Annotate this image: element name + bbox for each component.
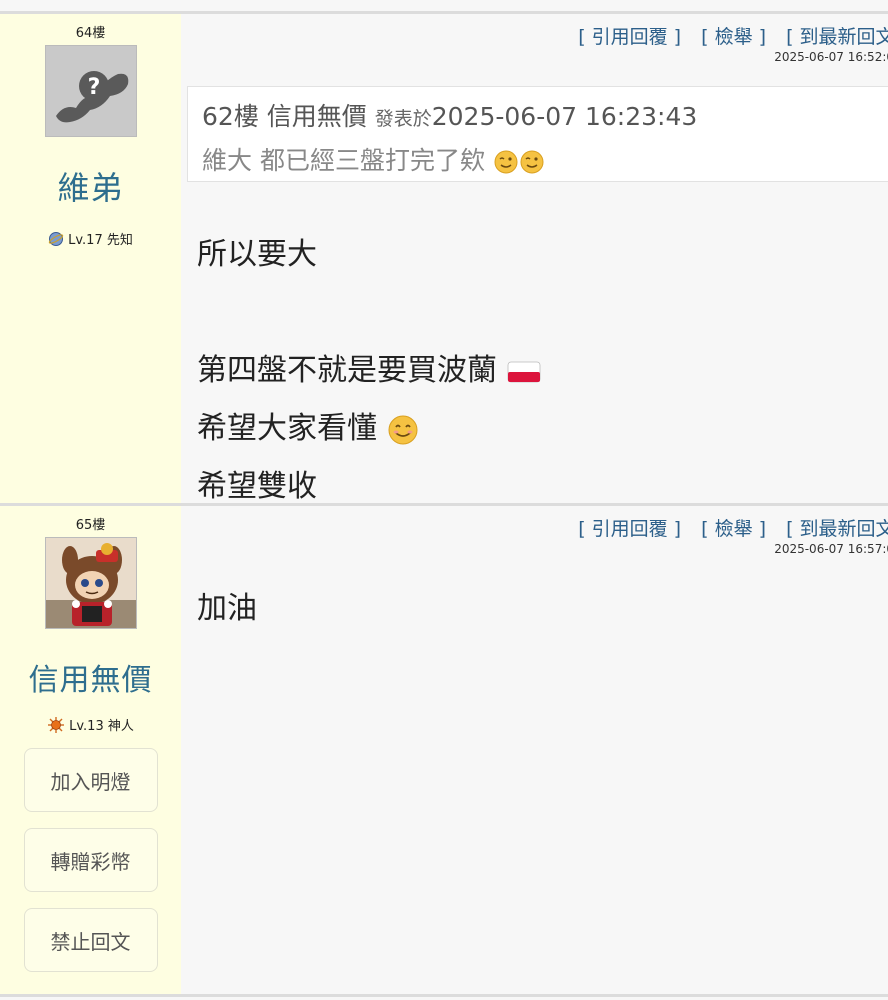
floor-number: 64樓 [75, 26, 106, 41]
quote-block: 62樓 信用無價 發表於2025-06-07 16:23:43 維大 都已經三盤… [187, 86, 888, 182]
content-line: 加油 [197, 591, 257, 626]
svg-text:?: ? [87, 75, 100, 100]
content-line: 所以要大 [197, 237, 317, 272]
user-avatar[interactable] [44, 537, 137, 629]
top-divider [0, 0, 888, 14]
quote-posted-prefix: 發表於 [374, 108, 432, 130]
quote-author: 信用無價 [266, 102, 367, 131]
author-sidebar: 65樓 信用無價 Lv.13 神人 加入明燈 轉贈彩幣 禁止回文 [0, 506, 181, 994]
post-actions: [ 引用回覆 ] [ 檢舉 ] [ 到最新回文 ] [564, 22, 888, 49]
level-label: Lv.17 先知 [48, 229, 133, 248]
content-line: 希望大家看懂 [197, 400, 541, 458]
level-label: Lv.13 神人 [47, 715, 134, 734]
report-link[interactable]: [ 檢舉 ] [701, 518, 766, 540]
quote-reply-link[interactable]: [ 引用回覆 ] [578, 518, 681, 540]
quote-floor: 62樓 [202, 102, 259, 131]
post-body: [ 引用回覆 ] [ 檢舉 ] [ 到最新回文 ] 2025-06-07 16:… [181, 14, 888, 504]
wink-emoji-icon [494, 150, 518, 174]
wink-emoji-icon [520, 150, 544, 174]
post-content: 所以要大 第四盤不就是要買波蘭 希望大家看懂 希望雙收 [197, 226, 541, 516]
post-actions: [ 引用回覆 ] [ 檢舉 ] [ 到最新回文 ] [564, 514, 888, 541]
post-65: 65樓 信用無價 Lv.13 神人 加入明燈 轉贈彩幣 禁止回文 [引用回覆 … [0, 506, 888, 997]
content-line-blank [197, 284, 541, 342]
content-line-text: 希望大家看懂 [197, 411, 377, 446]
planet-badge-icon [48, 231, 64, 246]
poland-flag-icon [507, 361, 540, 382]
add-beacon-button[interactable]: 加入明燈 [23, 748, 158, 812]
smile-emoji-icon [388, 415, 418, 444]
default-avatar[interactable]: ? [44, 45, 137, 137]
post-timestamp: 2025-06-07 16:52:0 [774, 50, 888, 64]
quote-reply-link[interactable]: [ 引用回覆 ] [578, 26, 681, 48]
username[interactable]: 維弟 [57, 163, 123, 209]
report-link[interactable]: [ 檢舉 ] [701, 26, 766, 48]
username[interactable]: 信用無價 [29, 655, 153, 699]
content-line-text: 第四盤不就是要買波蘭 [197, 353, 497, 388]
quote-header: 62樓 信用無價 發表於2025-06-07 16:23:43 [202, 97, 888, 133]
quote-text: 維大 都已經三盤打完了欸 [202, 141, 888, 177]
block-reply-button[interactable]: 禁止回文 [23, 908, 158, 972]
author-sidebar: 64樓 ? 維弟 Lv.17 先知 [0, 14, 181, 503]
level-text: Lv.17 先知 [68, 233, 133, 248]
latest-reply-link[interactable]: [ 到最新回文 ] [786, 518, 888, 540]
post-timestamp: 2025-06-07 16:57:0 [774, 542, 888, 556]
latest-reply-link[interactable]: [ 到最新回文 ] [786, 26, 888, 48]
level-text: Lv.13 神人 [69, 719, 134, 734]
post-body: [ 引用回覆 ] [ 檢舉 ] [ 到最新回文 ] 2025-06-07 16:… [181, 506, 888, 994]
post-content: 加油 [197, 580, 257, 638]
question-avatar-icon: ? [45, 46, 136, 136]
quote-posted-time: 2025-06-07 16:23:43 [431, 102, 698, 131]
gift-coins-button[interactable]: 轉贈彩幣 [23, 828, 158, 892]
sun-badge-icon [48, 716, 65, 733]
content-line: 第四盤不就是要買波蘭 [197, 342, 541, 400]
doll-avatar-icon [45, 538, 136, 628]
floor-number: 65樓 [75, 518, 106, 533]
post-64: 64樓 ? 維弟 Lv.17 先知 [ 引用回覆 ] [ 檢舉 ] [ 到最新回… [0, 14, 888, 506]
quote-text-body: 維大 都已經三盤打完了欸 [202, 146, 485, 175]
